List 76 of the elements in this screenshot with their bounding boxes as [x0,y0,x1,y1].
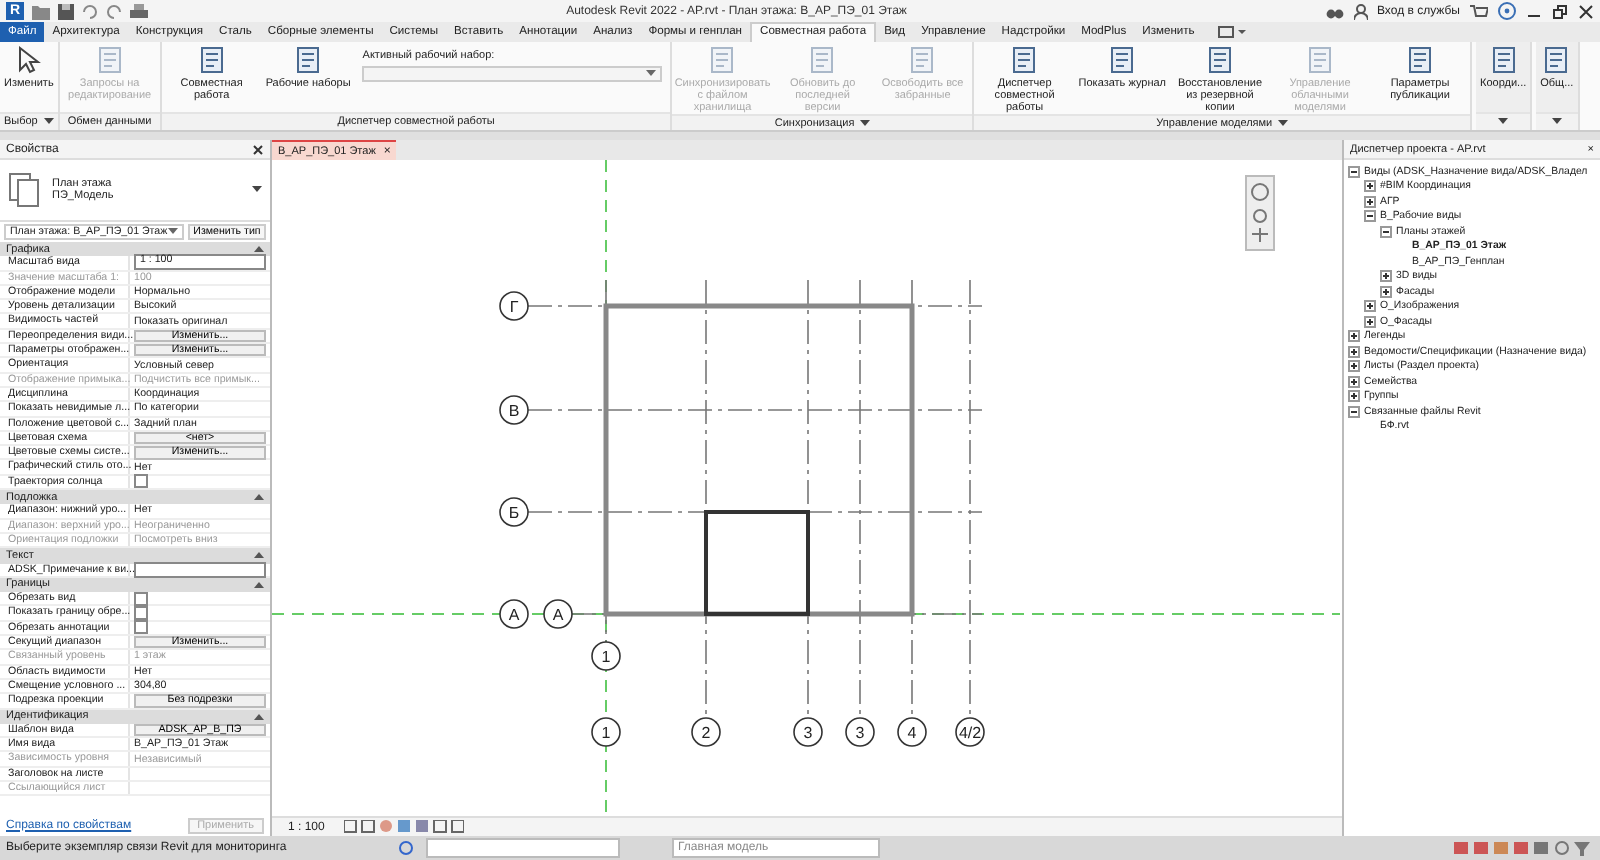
collapse-icon [254,550,264,561]
expand-icon[interactable] [1364,195,1376,208]
document-icon [808,46,837,74]
grid-bubble[interactable]: Б [499,497,529,527]
close-icon[interactable] [252,143,264,155]
workset-field[interactable] [426,838,620,858]
navigation-bar[interactable] [1245,175,1275,251]
document-icon [708,46,737,74]
expand-icon[interactable] [1348,390,1360,403]
checkbox[interactable] [134,620,148,635]
link-icon[interactable] [398,840,414,856]
caret-icon [646,70,657,78]
collapse-icon[interactable] [1364,210,1376,223]
caret-icon [167,228,178,236]
expand-icon[interactable] [1380,270,1392,283]
expand-icon[interactable] [1364,300,1376,313]
caret-icon [252,186,262,194]
collapse-icon [254,711,264,722]
document-icon [1406,46,1434,74]
undo-icon[interactable] [82,3,99,19]
save-icon[interactable] [58,3,75,19]
restore-icon[interactable] [1552,3,1568,19]
document-icon [1306,46,1334,74]
help-icon[interactable] [1498,2,1516,20]
checkbox[interactable] [134,606,148,621]
grid-bubble[interactable]: А [543,599,573,629]
user-icon[interactable] [1353,3,1367,19]
document-icon [1206,46,1234,74]
grid-bubble[interactable]: 4/2 [955,717,985,747]
cart-icon[interactable] [1470,3,1488,19]
caret-icon[interactable] [43,118,54,126]
document-icon [1010,46,1039,74]
document-icon [908,46,937,74]
room-wall-outline [704,510,810,616]
expand-icon[interactable] [1380,285,1392,298]
grid-bubble[interactable]: 3 [793,717,823,747]
document-icon [294,46,323,74]
cursor-icon [14,46,43,74]
input-field[interactable] [134,561,266,578]
floor-plan-icon [8,172,40,208]
collapse-icon [254,492,264,503]
caret-icon[interactable] [1498,118,1509,126]
redo-icon[interactable] [106,3,123,19]
collapse-icon [254,579,264,590]
collapse-icon[interactable] [1348,165,1360,178]
collapse-icon [254,244,264,255]
grid-bubble[interactable]: 1 [591,717,621,747]
expand-icon[interactable] [1348,345,1360,358]
checkbox[interactable] [134,474,148,489]
panel-title-bar[interactable] [1476,112,1531,130]
printer-icon[interactable] [130,3,149,19]
expand-icon[interactable] [1348,330,1360,343]
grid-bubble[interactable]: В [499,395,529,425]
grid-bubble[interactable]: 2 [691,717,721,747]
expand-icon[interactable] [1364,315,1376,328]
grid-bubble[interactable]: 4 [897,717,927,747]
document-icon [1108,46,1137,74]
caret-icon[interactable] [1278,119,1289,127]
document-icon [197,46,226,74]
collapse-icon[interactable] [1380,225,1392,238]
grid-bubble[interactable]: Г [499,291,529,321]
panel-toggle-icon[interactable] [1218,25,1247,39]
caret-icon[interactable] [860,119,871,127]
view-controls-icon[interactable] [344,820,465,834]
grid-bubble[interactable]: А [499,599,529,629]
expand-icon[interactable] [1348,360,1360,373]
collapse-icon[interactable] [1348,405,1360,418]
expand-icon[interactable] [1348,375,1360,388]
expand-icon[interactable] [1364,180,1376,193]
grid-bubble[interactable]: 3 [845,717,875,747]
selection-filter-icons[interactable] [1454,840,1594,856]
close-icon[interactable] [1578,3,1594,19]
grid-bubble[interactable]: 1 [591,641,621,671]
caret-icon[interactable] [1551,118,1562,126]
document-icon [95,46,124,74]
panel-title-bar[interactable] [1536,112,1578,130]
